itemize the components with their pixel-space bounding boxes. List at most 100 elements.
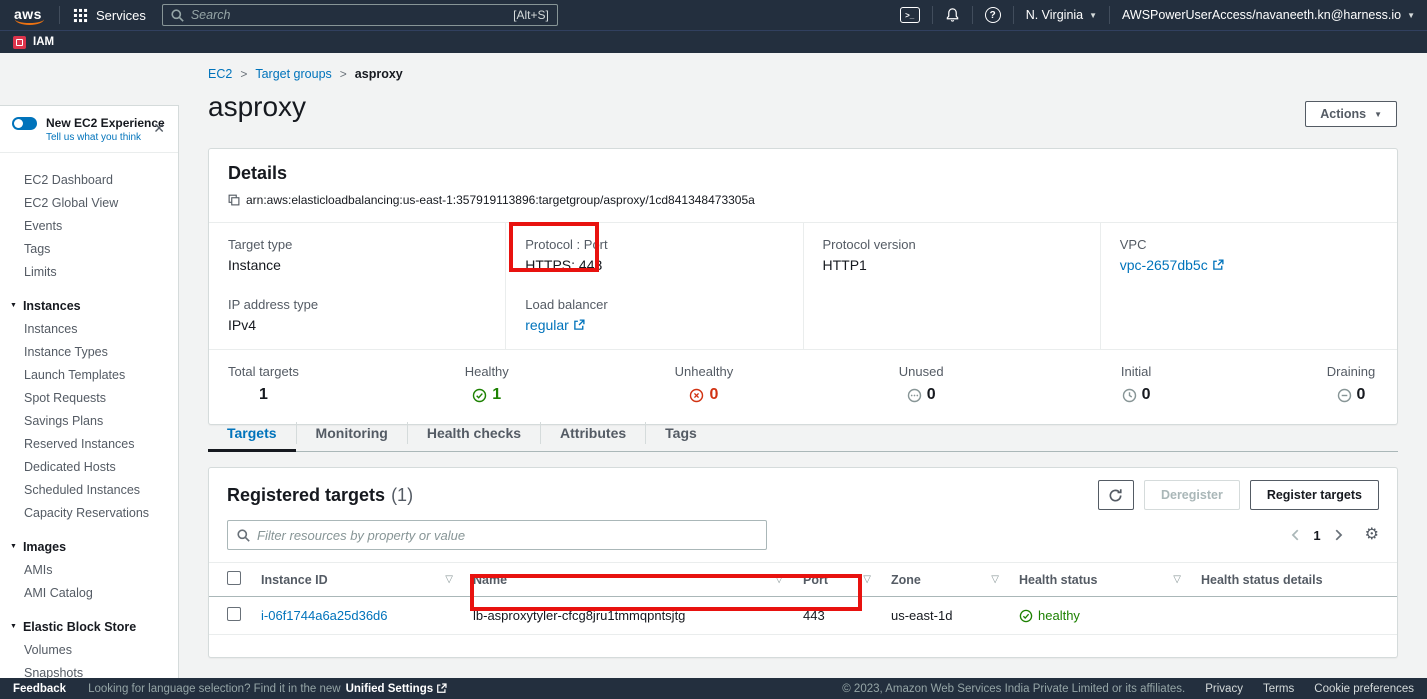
sidebar-item-spot-requests[interactable]: Spot Requests [0,386,178,409]
breadcrumb-target-groups[interactable]: Target groups [255,67,331,81]
terms-link[interactable]: Terms [1263,683,1294,695]
feedback-button[interactable]: Feedback [13,683,66,695]
target-name-cell: lb-asproxytyler-cfcg8jru1tmmqpntsjtg [463,597,793,635]
page-title: asproxy [208,91,306,123]
sidebar-item-capacity-reservations[interactable]: Capacity Reservations [0,501,178,524]
help-icon[interactable]: ? [985,7,1001,23]
field-load-balancer: Load balancer regular [525,297,783,333]
services-menu[interactable]: Services [73,8,146,23]
breadcrumb-ec2[interactable]: EC2 [208,67,232,81]
experience-feedback-link[interactable]: Tell us what you think [46,132,166,143]
sort-icon[interactable]: ▽ [445,574,453,585]
region-selector[interactable]: N. Virginia ▼ [1026,8,1097,22]
global-search[interactable]: [Alt+S] [162,4,558,26]
sidebar-item-instances[interactable]: Instances [0,317,178,340]
cookie-preferences-link[interactable]: Cookie preferences [1314,683,1414,695]
registered-targets-panel: Registered targets (1) Deregister Regist… [208,467,1398,658]
filter-input[interactable] [257,528,757,543]
target-health-summary: Total targets 1 Healthy 1 Unhealthy 0 Un… [209,349,1397,424]
unified-settings-link[interactable]: Unified Settings [346,683,448,695]
search-icon [237,529,250,542]
account-label: AWSPowerUserAccess/navaneeth.kn@harness.… [1122,8,1401,22]
filter-box[interactable] [227,520,767,550]
experience-title: New EC2 Experience [46,116,165,130]
language-hint: Looking for language selection? Find it … [88,683,341,695]
cloudshell-icon[interactable]: >_ [900,7,920,23]
tab-monitoring[interactable]: Monitoring [297,415,407,451]
registered-targets-title: Registered targets [227,485,385,506]
gear-icon[interactable]: ⚙ [1365,527,1379,543]
breadcrumb-separator: > [340,67,347,81]
experience-toggle[interactable] [12,117,37,130]
registered-targets-count: (1) [391,485,413,506]
sidebar-nav-list: EC2 Dashboard EC2 Global View Events Tag… [0,153,178,678]
sidebar-item-tags[interactable]: Tags [0,237,178,260]
sidebar-item-limits[interactable]: Limits [0,260,178,283]
services-label: Services [96,8,146,23]
external-link-icon [573,319,585,331]
sidebar-item-scheduled-instances[interactable]: Scheduled Instances [0,478,178,501]
tab-attributes[interactable]: Attributes [541,415,645,451]
instance-id-link[interactable]: i-06f1744a6a25d36d6 [261,608,388,623]
sidebar-item-ec2-global-view[interactable]: EC2 Global View [0,191,178,214]
sidebar-item-launch-templates[interactable]: Launch Templates [0,363,178,386]
subnav-item-iam[interactable]: IAM [33,36,54,48]
sidebar-item-volumes[interactable]: Volumes [0,638,178,661]
footer: Feedback Looking for language selection?… [0,678,1427,699]
sidebar-item-dedicated-hosts[interactable]: Dedicated Hosts [0,455,178,478]
sidebar-item-amis[interactable]: AMIs [0,558,178,581]
sidebar-item-ami-catalog[interactable]: AMI Catalog [0,581,178,604]
search-input[interactable] [191,8,506,22]
column-header-name: Name [473,573,507,587]
ellipsis-circle-icon [907,388,922,403]
tab-health-checks[interactable]: Health checks [408,415,540,451]
sidebar-item-snapshots[interactable]: Snapshots [0,661,178,678]
tab-tags[interactable]: Tags [646,415,716,451]
deregister-button[interactable]: Deregister [1144,480,1240,510]
minus-circle-icon [1337,388,1352,403]
external-link-icon [1212,259,1224,271]
stat-healthy: Healthy 1 [460,364,514,404]
notifications-bell-icon[interactable] [945,7,960,23]
sidebar-section-instances[interactable]: ▼Instances [0,294,178,317]
stat-draining: Draining 0 [1324,364,1378,404]
actions-button[interactable]: Actions ▼ [1305,101,1397,127]
region-label: N. Virginia [1026,8,1083,22]
tab-targets[interactable]: Targets [208,415,296,451]
account-menu[interactable]: AWSPowerUserAccess/navaneeth.kn@harness.… [1122,8,1415,22]
next-page-icon[interactable] [1331,528,1345,542]
register-targets-button[interactable]: Register targets [1250,480,1379,510]
sidebar-item-events[interactable]: Events [0,214,178,237]
current-page[interactable]: 1 [1303,528,1330,543]
pagination: 1 ⚙ [1289,527,1379,543]
load-balancer-link[interactable]: regular [525,317,585,333]
previous-page-icon[interactable] [1289,528,1303,542]
sidebar: New EC2 Experience Tell us what you thin… [0,53,179,678]
sort-icon[interactable]: ▽ [863,574,871,585]
details-heading: Details [228,162,1378,184]
sort-icon[interactable]: ▽ [991,574,999,585]
column-header-port: Port [803,573,828,587]
external-link-icon [436,683,447,694]
sidebar-item-instance-types[interactable]: Instance Types [0,340,178,363]
sort-icon[interactable]: ▽ [1173,574,1181,585]
privacy-link[interactable]: Privacy [1205,683,1243,695]
new-experience-box: New EC2 Experience Tell us what you thin… [0,106,178,153]
refresh-button[interactable] [1098,480,1134,510]
sidebar-item-ec2-dashboard[interactable]: EC2 Dashboard [0,168,178,191]
main-content: EC2 > Target groups > asproxy asproxy Ac… [179,53,1427,678]
sidebar-section-elastic-block-store[interactable]: ▼Elastic Block Store [0,615,178,638]
sidebar-item-savings-plans[interactable]: Savings Plans [0,409,178,432]
copy-icon[interactable] [228,194,240,206]
sort-icon[interactable]: ▽ [775,574,783,585]
row-checkbox[interactable] [227,607,241,621]
select-all-checkbox[interactable] [227,571,241,585]
vpc-link[interactable]: vpc-2657db5c [1120,257,1224,273]
stat-initial: Initial 0 [1109,364,1163,404]
close-icon[interactable]: ✕ [153,121,165,135]
aws-logo[interactable]: aws [12,6,46,25]
check-circle-icon [472,388,487,403]
health-status-cell: healthy [1019,608,1181,623]
sidebar-item-reserved-instances[interactable]: Reserved Instances [0,432,178,455]
sidebar-section-images[interactable]: ▼Images [0,535,178,558]
